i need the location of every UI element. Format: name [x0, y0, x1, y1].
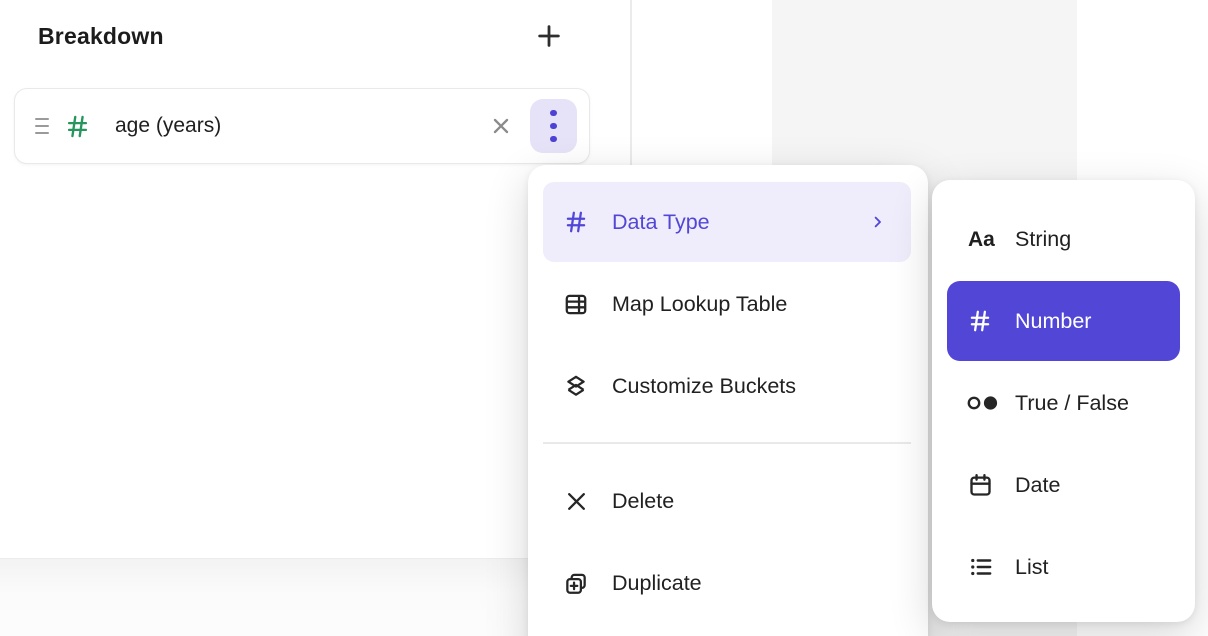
- list-icon: [967, 554, 1003, 580]
- submenu-item-label: Date: [1015, 473, 1060, 498]
- add-breakdown-button[interactable]: [532, 19, 566, 53]
- menu-item-label: Customize Buckets: [612, 374, 796, 399]
- submenu-item-label: String: [1015, 227, 1071, 252]
- menu-item-label: Delete: [612, 489, 674, 514]
- submenu-item-true-false[interactable]: True / False: [947, 363, 1180, 443]
- close-icon: [489, 114, 513, 138]
- duplicate-icon: [563, 570, 589, 597]
- submenu-item-number[interactable]: Number: [947, 281, 1180, 361]
- submenu-item-list[interactable]: List: [947, 527, 1180, 607]
- menu-item-delete[interactable]: Delete: [543, 461, 911, 541]
- drag-handle-icon[interactable]: [35, 118, 49, 134]
- layers-icon: [563, 373, 589, 399]
- remove-property-button[interactable]: [486, 111, 516, 141]
- submenu-item-label: List: [1015, 555, 1048, 580]
- menu-divider: [543, 442, 911, 444]
- breakdown-header: Breakdown: [38, 16, 594, 56]
- dots-vertical-icon: [550, 110, 557, 117]
- submenu-item-label: Number: [1015, 309, 1091, 334]
- menu-item-customize-buckets[interactable]: Customize Buckets: [543, 346, 911, 426]
- svg-text:Aa: Aa: [968, 228, 995, 251]
- property-label: age (years): [115, 114, 486, 138]
- menu-item-map-lookup-table[interactable]: Map Lookup Table: [543, 264, 911, 344]
- chevron-right-icon: [870, 213, 885, 231]
- table-icon: [563, 291, 589, 318]
- property-options-menu: Data Type Map Lookup Table: [528, 165, 928, 636]
- string-Aa-icon: Aa: [967, 225, 1003, 253]
- property-options-button[interactable]: [530, 99, 577, 153]
- data-type-submenu: Aa String Number True / False: [932, 180, 1195, 622]
- plus-icon: [535, 22, 563, 50]
- boolean-circles-icon: [967, 394, 1003, 412]
- calendar-icon: [967, 472, 1003, 499]
- menu-item-data-type[interactable]: Data Type: [543, 182, 911, 262]
- breakdown-property-card[interactable]: age (years): [14, 88, 590, 164]
- hash-icon: [563, 209, 589, 235]
- menu-item-label: Map Lookup Table: [612, 292, 787, 317]
- x-icon: [563, 489, 589, 514]
- submenu-item-label: True / False: [1015, 391, 1129, 416]
- number-hash-icon: [64, 113, 91, 140]
- menu-item-label: Duplicate: [612, 571, 702, 596]
- page-title: Breakdown: [38, 23, 164, 50]
- submenu-item-date[interactable]: Date: [947, 445, 1180, 525]
- hash-icon: [967, 308, 1003, 334]
- menu-item-label: Data Type: [612, 210, 710, 235]
- breakdown-panel-screen: Breakdown age (years): [0, 0, 1208, 636]
- menu-item-duplicate[interactable]: Duplicate: [543, 543, 911, 623]
- submenu-item-string[interactable]: Aa String: [947, 199, 1180, 279]
